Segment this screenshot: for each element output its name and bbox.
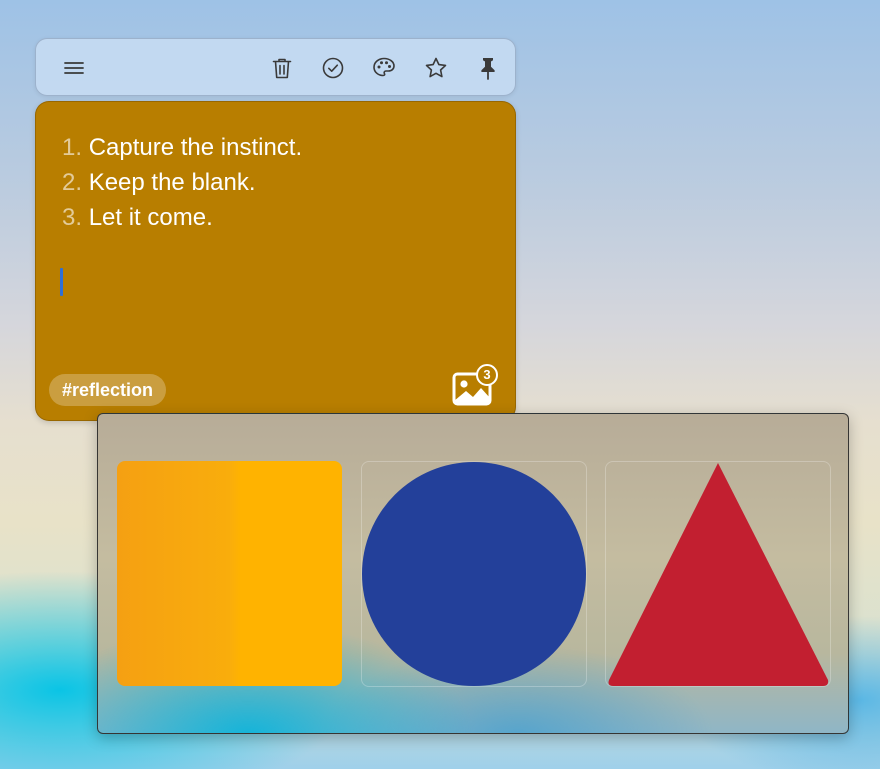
- star-icon: [425, 57, 447, 78]
- image-count-badge: 3: [476, 364, 498, 386]
- menu-icon: [64, 62, 84, 74]
- palette-icon: [373, 57, 395, 77]
- delete-button[interactable]: [267, 53, 297, 83]
- trash-icon: [272, 58, 292, 79]
- text-cursor: [60, 268, 63, 296]
- image-thumbnail[interactable]: [361, 461, 587, 687]
- image-thumbnail[interactable]: [605, 461, 831, 687]
- square-image: [117, 461, 342, 686]
- note-toolbar: [35, 38, 516, 96]
- note-card[interactable]: 1. Capture the instinct. 2. Keep the bla…: [35, 101, 516, 421]
- list-item[interactable]: 2. Keep the blank.: [62, 165, 302, 200]
- color-button[interactable]: [369, 53, 399, 83]
- checkmark-circle-icon: [322, 57, 344, 79]
- list-item[interactable]: 1. Capture the instinct.: [62, 130, 302, 165]
- list-item[interactable]: 3. Let it come.: [62, 200, 302, 235]
- pin-icon: [481, 58, 495, 80]
- mark-done-button[interactable]: [318, 53, 348, 83]
- menu-button[interactable]: [59, 53, 89, 83]
- numbered-list: 1. Capture the instinct. 2. Keep the bla…: [62, 130, 302, 235]
- attached-images-button[interactable]: 3: [452, 364, 502, 408]
- pin-button[interactable]: [473, 53, 503, 83]
- tag-chip[interactable]: #reflection: [49, 374, 167, 406]
- circle-image: [362, 462, 586, 686]
- image-thumbnail[interactable]: [117, 461, 343, 687]
- image-gallery: [97, 413, 849, 734]
- triangle-image: [608, 463, 829, 686]
- favorite-button[interactable]: [421, 53, 451, 83]
